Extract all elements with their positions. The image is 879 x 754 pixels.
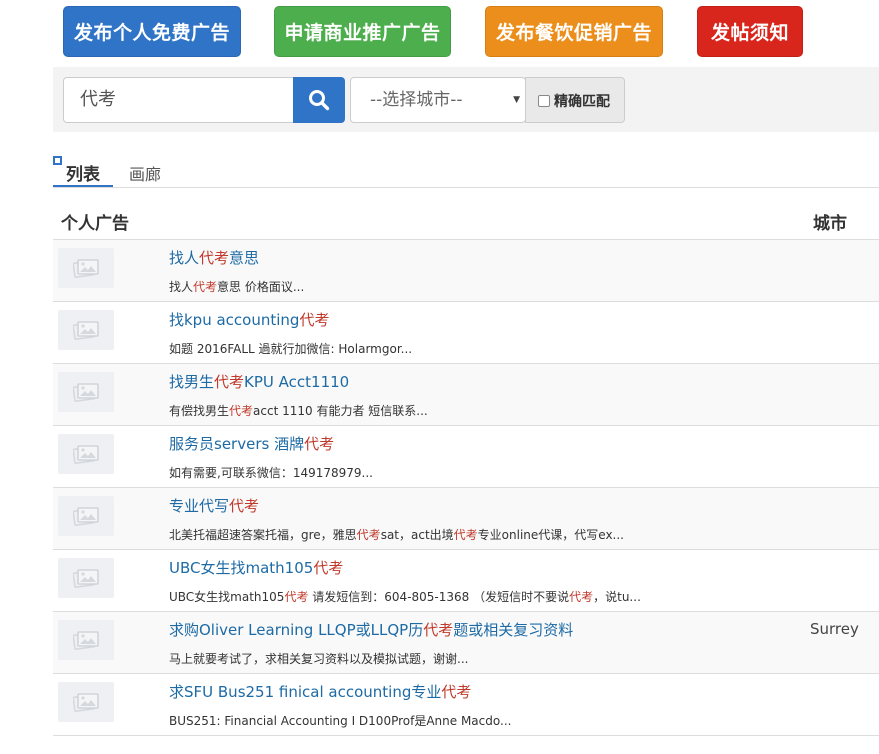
chevron-down-icon: ▼ <box>513 95 520 105</box>
tab-list-label: 列表 <box>66 165 100 185</box>
listing-title-link[interactable]: 服务员servers 酒牌代考 <box>169 433 334 454</box>
tab-gallery[interactable]: 画廊 <box>129 161 161 185</box>
listing-row[interactable]: 找男生代考KPU Acct1110 有偿找男生代考acct 1110 有能力者 短… <box>53 364 879 426</box>
post-free-ad-button[interactable]: 发布个人免费广告 <box>63 6 241 57</box>
listing-description: 北美托福超速答案托福，gre，雅思代考sat，act出境代考专业online代课… <box>169 528 624 542</box>
listing-description: 找人代考意思 价格面议... <box>169 280 305 294</box>
exact-match-toggle[interactable]: 精确匹配 <box>525 77 625 123</box>
search-input[interactable]: 代考 <box>63 77 294 123</box>
listing-row[interactable]: 专业代写代考 北美托福超速答案托福，gre，雅思代考sat，act出境代考专业o… <box>53 488 879 550</box>
city-select-value: --选择城市-- <box>370 90 463 110</box>
listing-city: Surrey <box>810 620 859 638</box>
column-header-ads: 个人广告 <box>61 214 129 234</box>
highlight-term: 代考 <box>229 404 254 418</box>
posting-rules-button[interactable]: 发帖须知 <box>697 6 803 57</box>
listing-title-link[interactable]: 找人代考意思 <box>169 247 259 268</box>
listing-description: 如题 2016FALL 過就行加微信: Holarmgor... <box>169 342 413 356</box>
highlight-term: 代考 <box>423 621 454 639</box>
highlight-term: 代考 <box>229 497 260 515</box>
highlight-term: 代考 <box>304 435 335 453</box>
city-select[interactable]: --选择城市-- ▼ <box>350 77 526 123</box>
highlight-term: 代考 <box>199 249 230 267</box>
listing-row[interactable]: 求购Oliver Learning LLQP或LLQP历代考题或相关复习资料马上… <box>53 612 879 674</box>
listing-description: 马上就要考试了，求相关复习资料以及模拟试题，谢谢... <box>169 652 469 666</box>
highlight-term: 代考 <box>313 559 344 577</box>
highlight-term: 代考 <box>453 528 478 542</box>
highlight-term: 代考 <box>441 683 472 701</box>
tab-list[interactable]: 列表 <box>53 150 113 187</box>
image-placeholder-icon[interactable] <box>58 372 114 412</box>
search-icon <box>309 90 330 111</box>
listing-row[interactable]: 求SFU Bus251 finical accounting专业代考 BUS251… <box>53 674 879 736</box>
post-restaurant-ad-button[interactable]: 发布餐饮促销广告 <box>485 6 663 57</box>
listing-title-link[interactable]: 找kpu accounting代考 <box>169 309 329 330</box>
listing-title-link[interactable]: 求SFU Bus251 finical accounting专业代考 <box>169 681 471 702</box>
exact-match-label: 精确匹配 <box>554 94 610 110</box>
image-placeholder-icon[interactable] <box>58 248 114 288</box>
exact-match-checkbox[interactable] <box>538 95 550 107</box>
listing-table: 找人代考意思 找人代考意思 价格面议... 找kpu accounting代考 如题 … <box>53 240 879 736</box>
highlight-term: 代考 <box>569 590 594 604</box>
table-header: 个人广告 城市 <box>53 196 879 240</box>
listing-description: 如有需要,可联系微信：149178979... <box>169 466 373 480</box>
highlight-term: 代考 <box>193 280 218 294</box>
listing-row[interactable]: UBC女生找math105代考 UBC女生找math105代考 请发短信到：604… <box>53 550 879 612</box>
listing-title-link[interactable]: UBC女生找math105代考 <box>169 557 343 578</box>
listing-row[interactable]: 找人代考意思找人代考意思 价格面议... <box>53 240 879 302</box>
highlight-term: 代考 <box>356 528 381 542</box>
listing-description: UBC女生找math105代考 请发短信到：604-805-1368 （发短信时… <box>169 590 641 604</box>
highlight-term: 代考 <box>299 311 330 329</box>
listing-title-link[interactable]: 专业代写代考 <box>169 495 259 516</box>
apply-business-ad-button[interactable]: 申请商业推广广告 <box>274 6 451 57</box>
highlight-term: 代考 <box>214 373 245 391</box>
image-placeholder-icon[interactable] <box>58 558 114 598</box>
search-bar: 代考 --选择城市-- ▼ 精确匹配 <box>53 67 879 132</box>
search-button[interactable] <box>293 77 345 123</box>
focus-indicator <box>53 156 62 165</box>
image-placeholder-icon[interactable] <box>58 310 114 350</box>
column-header-city: 城市 <box>813 214 847 234</box>
image-placeholder-icon[interactable] <box>58 434 114 474</box>
image-placeholder-icon[interactable] <box>58 496 114 536</box>
image-placeholder-icon[interactable] <box>58 620 114 660</box>
listing-description: 有偿找男生代考acct 1110 有能力者 短信联系... <box>169 404 428 418</box>
listing-row[interactable]: 找kpu accounting代考如题 2016FALL 過就行加微信: Hol… <box>53 302 879 364</box>
image-placeholder-icon[interactable] <box>58 682 114 722</box>
listing-description: BUS251: Financial Accounting I D100Prof是… <box>169 714 512 728</box>
view-tabs: 列表 画廊 <box>53 150 879 188</box>
highlight-term: 代考 <box>284 590 309 604</box>
listing-title-link[interactable]: 求购Oliver Learning LLQP或LLQP历代考题或相关复习资料 <box>169 619 573 640</box>
listing-title-link[interactable]: 找男生代考KPU Acct1110 <box>169 371 349 392</box>
listing-row[interactable]: 服务员servers 酒牌代考如有需要,可联系微信：149178979... <box>53 426 879 488</box>
